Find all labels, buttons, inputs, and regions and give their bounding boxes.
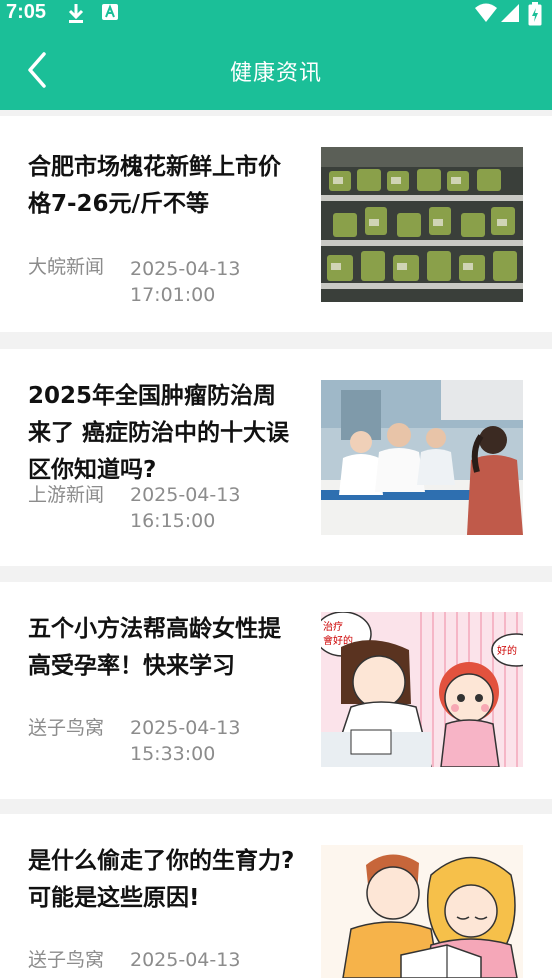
- download-icon: [66, 2, 86, 28]
- news-card[interactable]: 2025年全国肿瘤防治周来了 癌症防治中的十大误区你知道吗? 上游新闻 2025…: [0, 349, 552, 566]
- news-thumbnail: [321, 380, 523, 535]
- signal-icon: [500, 2, 520, 28]
- thumb-bubble-text-1: 治疗: [323, 620, 343, 633]
- wifi-icon: [474, 2, 498, 28]
- news-source: 上游新闻: [28, 484, 105, 506]
- news-thumbnail: [321, 147, 523, 302]
- news-thumbnail: [321, 845, 523, 978]
- news-datetime: 2025-04-13: [130, 949, 241, 971]
- thumb-bubble-text-3: 好的: [497, 644, 517, 657]
- news-thumbnail: 治疗 會好的 好的: [321, 612, 523, 767]
- news-card[interactable]: 五个小方法帮高龄女性提高受孕率！快来学习 送子鸟窝 2025-04-13 15:…: [0, 582, 552, 799]
- news-datetime: 2025-04-13 17:01:00: [130, 258, 241, 306]
- news-source: 送子鸟窝: [28, 717, 105, 739]
- page-title: 健康资讯: [229, 61, 322, 86]
- status-bar: 7:05: [0, 0, 552, 28]
- news-title: 五个小方法帮高龄女性提高受孕率！快来学习: [28, 616, 281, 679]
- news-card[interactable]: 合肥市场槐花新鲜上市价格7-26元/斤不等 大皖新闻 2025-04-13 17…: [0, 116, 552, 332]
- news-datetime: 2025-04-13 16:15:00: [130, 484, 241, 532]
- news-source: 大皖新闻: [28, 256, 105, 278]
- news-datetime: 2025-04-13 15:33:00: [130, 717, 241, 765]
- a-icon: [101, 2, 119, 26]
- news-source: 送子鸟窝: [28, 949, 105, 971]
- app-bar: 健康资讯: [0, 28, 552, 110]
- news-title: 合肥市场槐花新鲜上市价格7-26元/斤不等: [28, 154, 281, 217]
- battery-icon: [528, 2, 542, 30]
- news-title: 是什么偷走了你的生育力?可能是这些原因!: [28, 848, 295, 911]
- status-time: 7:05: [6, 1, 47, 23]
- news-title: 2025年全国肿瘤防治周来了 癌症防治中的十大误区你知道吗?: [28, 383, 290, 483]
- news-card[interactable]: 是什么偷走了你的生育力?可能是这些原因! 送子鸟窝 2025-04-13: [0, 814, 552, 978]
